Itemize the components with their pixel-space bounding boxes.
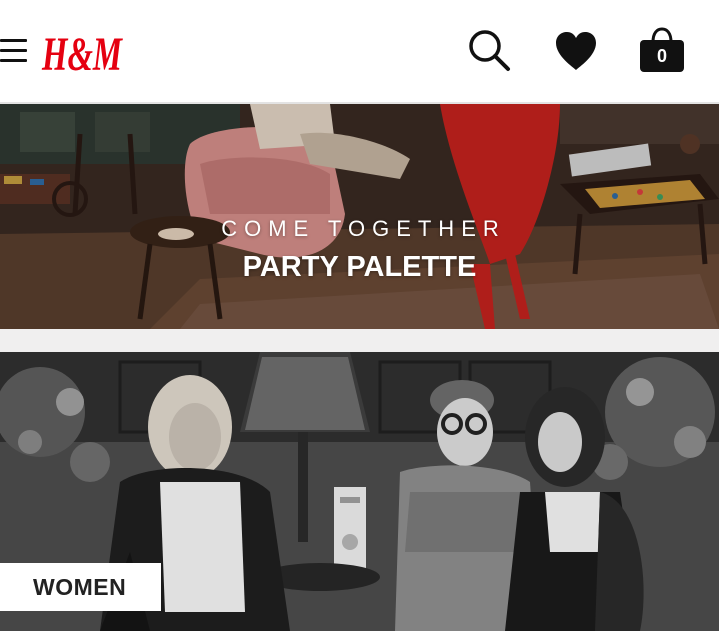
- hero-title: PARTY PALETTE: [242, 251, 477, 283]
- women-category-label[interactable]: WOMEN: [0, 563, 161, 611]
- hm-logo-mark: H&M: [41, 28, 123, 81]
- section-divider: [0, 329, 719, 352]
- hamburger-menu-icon[interactable]: [0, 37, 30, 65]
- search-icon[interactable]: [466, 27, 512, 73]
- page: H&M 0 COME TOGETHER PARTY PALETTE WOMEN: [0, 0, 719, 631]
- women-category-banner[interactable]: WOMEN: [0, 352, 719, 631]
- top-header: H&M 0: [0, 0, 719, 104]
- hero-banner-party-palette[interactable]: COME TOGETHER PARTY PALETTE: [0, 104, 719, 329]
- brand-logo-text: H&M: [41, 28, 123, 80]
- hero-eyebrow-text: COME TOGETHER: [221, 216, 506, 241]
- cart-count-badge: 0: [656, 46, 667, 66]
- shopping-bag-icon[interactable]: 0: [637, 26, 687, 74]
- heart-icon[interactable]: [553, 30, 599, 72]
- hm-logo[interactable]: H&M: [40, 22, 124, 81]
